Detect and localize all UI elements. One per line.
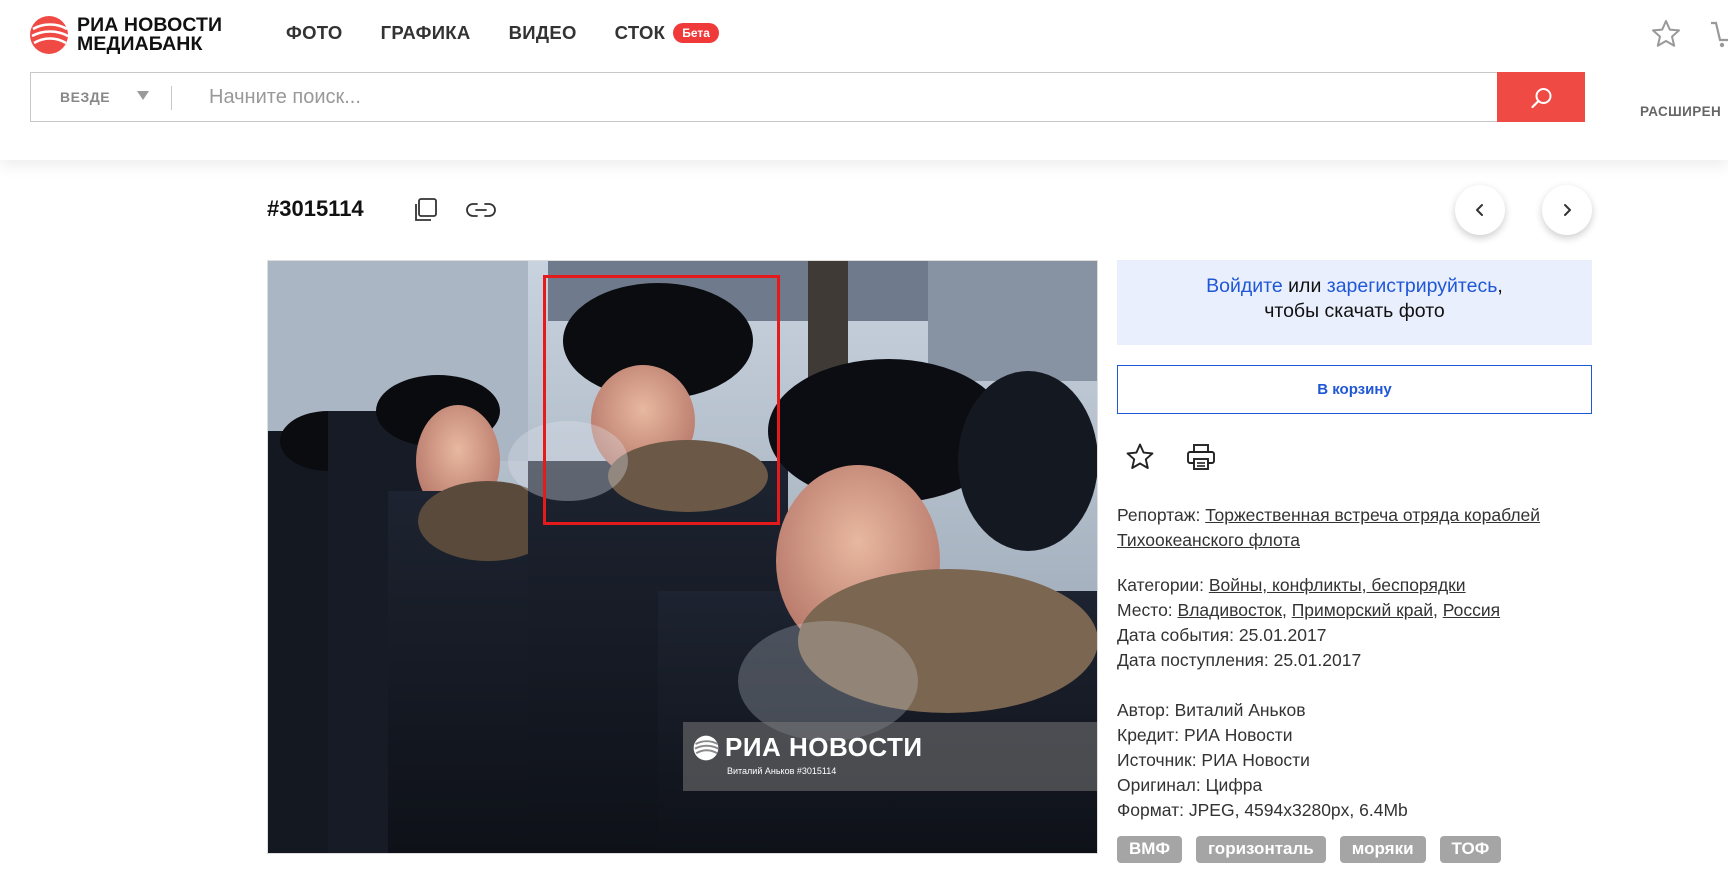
categories-label: Категории: xyxy=(1117,575,1209,595)
report-info: Репортаж: Торжественная встреча отряда к… xyxy=(1117,503,1587,553)
categories-row: Категории: Войны, конфликты, беспорядки xyxy=(1117,573,1500,598)
watermark-credit: Виталий Аньков #3015114 xyxy=(727,766,837,776)
watermark-logo-icon xyxy=(693,735,719,760)
advanced-search-link[interactable]: РАСШИРЕН xyxy=(1640,104,1721,119)
site-logo[interactable]: РИА НОВОСТИ МЕДИАБАНК xyxy=(29,15,222,55)
place-link-country[interactable]: Россия xyxy=(1443,600,1500,620)
add-to-cart-button[interactable]: В корзину xyxy=(1117,365,1592,414)
place-sep: , xyxy=(1433,600,1443,620)
place-link-region[interactable]: Приморский край xyxy=(1292,600,1433,620)
logo-line2: МЕДИАБАНК xyxy=(77,33,203,55)
nav-photo[interactable]: ФОТО xyxy=(286,22,343,44)
login-or-text: или xyxy=(1282,275,1327,297)
nav-video[interactable]: ВИДЕО xyxy=(509,22,577,44)
logo-mark-icon xyxy=(30,16,69,54)
login-comma: , xyxy=(1497,275,1503,297)
photo-id: #3015114 xyxy=(267,196,364,221)
search-bar: ВЕЗДЕ xyxy=(30,72,1585,122)
favorite-star-icon[interactable] xyxy=(1125,442,1155,472)
source-row: Источник: РИА Новости xyxy=(1117,750,1310,770)
author-row: Автор: Виталий Аньков xyxy=(1117,700,1306,720)
categories-link[interactable]: Войны, конфликты, беспорядки xyxy=(1209,575,1466,595)
chevron-right-icon xyxy=(1564,204,1571,216)
place-sep: , xyxy=(1281,600,1292,620)
login-prompt-line2: чтобы скачать фото xyxy=(1264,300,1445,322)
search-scope-dropdown[interactable]: ВЕЗДЕ xyxy=(31,73,171,121)
place-link-city[interactable]: Владивосток xyxy=(1178,600,1282,620)
report-label: Репортаж: xyxy=(1117,505,1206,525)
search-button[interactable] xyxy=(1497,72,1585,122)
original-row: Оригинал: Цифра xyxy=(1117,775,1263,795)
beta-badge: Бета xyxy=(673,23,719,43)
cart-icon[interactable] xyxy=(1710,18,1728,50)
main-nav: ФОТО ГРАФИКА ВИДЕО СТОК Бета xyxy=(286,22,719,44)
nav-stock[interactable]: СТОК xyxy=(615,22,666,44)
copy-icon[interactable] xyxy=(412,197,438,223)
login-prompt: Войдите или зарегистрируйтесь, чтобы ска… xyxy=(1117,260,1592,345)
previous-photo-button[interactable] xyxy=(1455,185,1505,235)
tag-list: ВМФ горизонталь моряки ТОФ xyxy=(1117,836,1515,863)
chevron-down-icon xyxy=(137,91,149,100)
main-photo[interactable]: РИА НОВОСТИ Виталий Аньков #3015114 xyxy=(267,260,1098,854)
event-date: Дата события: 25.01.2017 xyxy=(1117,625,1327,645)
search-scope-label: ВЕЗДЕ xyxy=(60,89,111,105)
credit-row: Кредит: РИА Новости xyxy=(1117,725,1293,745)
favorites-star-icon[interactable] xyxy=(1650,18,1682,50)
link-icon[interactable] xyxy=(465,197,497,223)
photo-watermark: РИА НОВОСТИ Виталий Аньков #3015114 xyxy=(683,722,1097,791)
print-icon[interactable] xyxy=(1186,443,1216,471)
highlight-box xyxy=(543,275,780,525)
search-input[interactable] xyxy=(209,73,1499,121)
logo-text: РИА НОВОСТИ МЕДИАБАНК xyxy=(77,15,222,55)
chevron-left-icon xyxy=(1476,204,1483,216)
tag-tof[interactable]: ТОФ xyxy=(1439,836,1502,863)
tag-vmf[interactable]: ВМФ xyxy=(1117,836,1182,863)
login-link[interactable]: Войдите xyxy=(1206,275,1283,297)
site-header: РИА НОВОСТИ МЕДИАБАНК ФОТО ГРАФИКА ВИДЕО… xyxy=(0,0,1728,160)
tag-sailors[interactable]: моряки xyxy=(1339,836,1426,863)
meta-block-categories: Категории: Войны, конфликты, беспорядки … xyxy=(1117,573,1500,673)
nav-graphics[interactable]: ГРАФИКА xyxy=(381,22,471,44)
meta-block-author: Автор: Виталий Аньков Кредит: РИА Новост… xyxy=(1117,698,1408,823)
register-link[interactable]: зарегистрируйтесь xyxy=(1327,275,1498,297)
tag-horizontal[interactable]: горизонталь xyxy=(1195,836,1326,863)
search-divider xyxy=(171,86,172,110)
received-date: Дата поступления: 25.01.2017 xyxy=(1117,650,1362,670)
watermark-brand-text: РИА НОВОСТИ xyxy=(725,732,923,762)
place-row: Место: Владивосток, Приморский край, Рос… xyxy=(1117,598,1500,623)
next-photo-button[interactable] xyxy=(1542,185,1592,235)
search-icon xyxy=(1531,88,1552,109)
watermark-brand: РИА НОВОСТИ xyxy=(693,732,923,763)
place-label: Место: xyxy=(1117,600,1178,620)
login-prompt-line1: Войдите или зарегистрируйтесь, xyxy=(1117,274,1592,299)
format-row: Формат: JPEG, 4594x3280px, 6.4Mb xyxy=(1117,800,1408,820)
caption-peek xyxy=(267,866,1098,873)
